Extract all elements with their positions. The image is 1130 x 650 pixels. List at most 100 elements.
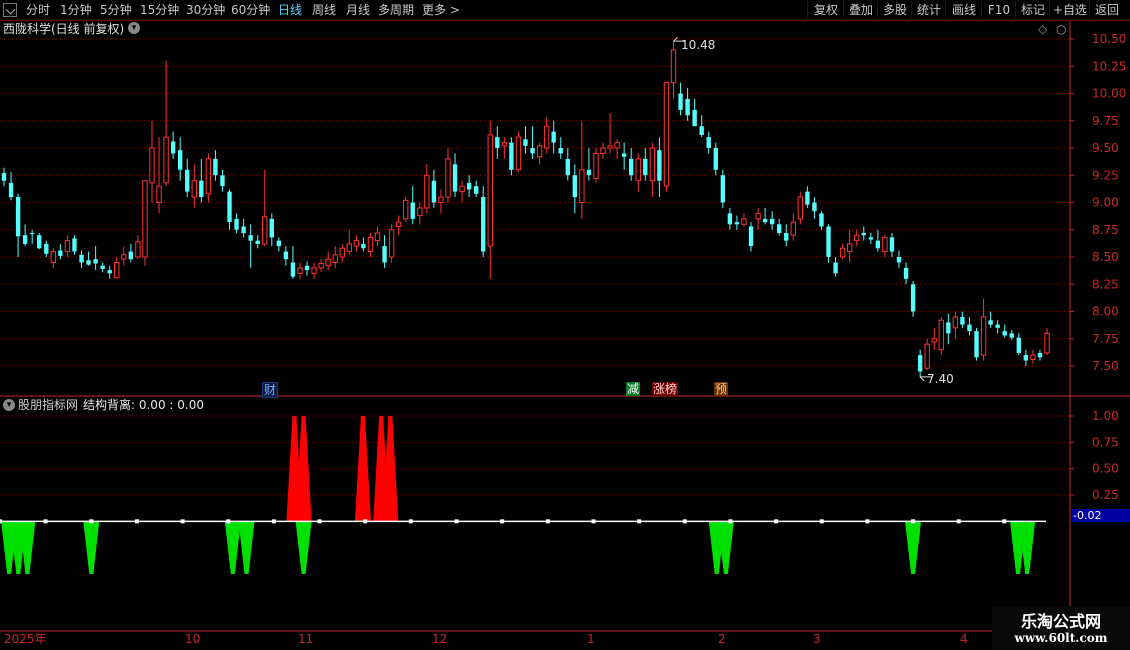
baseline-dot	[728, 519, 733, 524]
bear-divergence-bar	[83, 521, 100, 574]
candle-body	[572, 175, 578, 198]
event-reduce-badge[interactable]: 减	[626, 382, 641, 396]
candle-body	[283, 251, 289, 260]
candle-body	[967, 324, 972, 332]
candle-body	[586, 169, 592, 176]
circle-icon[interactable]: ○	[1056, 22, 1066, 36]
diamond-icon[interactable]: ◇	[1038, 22, 1047, 36]
candle-body	[142, 180, 148, 258]
candle-body	[495, 137, 500, 148]
bear-divergence-bar	[238, 521, 255, 574]
baseline-dot	[545, 519, 550, 524]
candle-body	[924, 343, 930, 369]
candle-body	[445, 158, 451, 198]
baseline-dot	[454, 519, 459, 524]
candle-body	[86, 260, 91, 265]
candle-body	[466, 182, 472, 190]
baseline-dot	[500, 519, 505, 524]
candle-body	[276, 240, 282, 247]
candle-body	[643, 158, 648, 176]
candle-body	[523, 139, 528, 146]
candle-body	[262, 216, 268, 245]
indicator-source: 股朋指标网	[18, 398, 79, 412]
candle-body	[558, 148, 563, 154]
candle-body	[438, 196, 444, 204]
candle-body	[536, 145, 543, 158]
candle-body	[1023, 355, 1029, 361]
event-top-gainers-badge[interactable]: 涨榜	[652, 382, 679, 396]
candle-body	[332, 254, 338, 263]
price-tick-label: 7.50	[1092, 359, 1119, 373]
date-label-oct: 10	[185, 632, 201, 646]
date-label-jan: 1	[587, 632, 595, 646]
price-tick-label: 9.50	[1092, 141, 1119, 155]
candle-body	[790, 221, 796, 236]
low-price-marker: 7.40	[927, 372, 954, 386]
candle-body	[692, 109, 697, 127]
candle-body	[128, 251, 134, 260]
candle-body	[311, 267, 317, 274]
candle-body	[177, 150, 183, 170]
candle-body	[15, 197, 21, 237]
current-value-tag: -0.02	[1071, 509, 1130, 522]
candle-body	[269, 218, 274, 238]
candle-body	[805, 191, 810, 205]
bear-divergence-bar	[224, 521, 241, 574]
candle-body	[1030, 354, 1036, 360]
candle-body	[30, 233, 35, 235]
candle-body	[741, 218, 747, 225]
candle-body	[755, 212, 761, 220]
event-finance-badge[interactable]: 财	[262, 382, 279, 398]
price-tick-label: 9.75	[1092, 114, 1119, 128]
candle-body	[1016, 337, 1021, 353]
candle-body	[318, 263, 324, 269]
baseline-dot	[774, 519, 779, 524]
candle-body	[241, 226, 246, 234]
price-tick-label: 7.75	[1092, 332, 1119, 346]
candle-body	[720, 175, 726, 203]
candle-body	[374, 232, 381, 242]
baseline-dot	[911, 519, 916, 524]
candle-body	[960, 316, 965, 325]
event-forecast-badge[interactable]: 预	[714, 382, 729, 396]
candle-body	[621, 153, 627, 157]
candle-body	[325, 258, 331, 267]
candle-body	[248, 235, 253, 241]
price-tick-label: 10.25	[1092, 59, 1126, 73]
candle-body	[100, 265, 105, 269]
candle-body	[565, 158, 570, 176]
candle-body	[657, 150, 662, 181]
candle-body	[819, 213, 824, 227]
candle-body	[1009, 333, 1014, 338]
candle-body	[734, 222, 740, 225]
title-dropdown-icon[interactable]: ▾	[128, 22, 140, 34]
candle-body	[896, 257, 902, 263]
candle-body	[199, 180, 204, 198]
date-label-apr: 4	[960, 632, 968, 646]
baseline-dot	[134, 519, 139, 524]
price-tick-label: 8.50	[1092, 250, 1119, 264]
baseline-dot	[1002, 519, 1007, 524]
indicator-dropdown-icon[interactable]: ▾	[3, 399, 15, 411]
candle-body	[114, 261, 120, 279]
candle-body	[797, 196, 804, 220]
baseline-dot	[591, 519, 596, 524]
candle-body	[353, 240, 360, 247]
candle-body	[931, 338, 937, 343]
candle-body	[1, 173, 7, 181]
candle-body	[431, 180, 437, 203]
candle-body	[875, 240, 881, 249]
baseline-dot	[637, 519, 642, 524]
candle-body	[678, 93, 683, 110]
candle-body	[769, 218, 775, 225]
candle-body	[910, 284, 916, 312]
watermark: 乐淘公式网 www.60lt.com	[992, 606, 1130, 650]
candle-body	[952, 316, 959, 329]
candle-body	[685, 98, 690, 116]
candle-body	[988, 320, 993, 325]
candle-body	[481, 197, 486, 252]
candle-body	[980, 316, 987, 356]
candle-body	[452, 164, 458, 192]
candle-body	[213, 158, 218, 176]
candle-body	[185, 169, 190, 192]
